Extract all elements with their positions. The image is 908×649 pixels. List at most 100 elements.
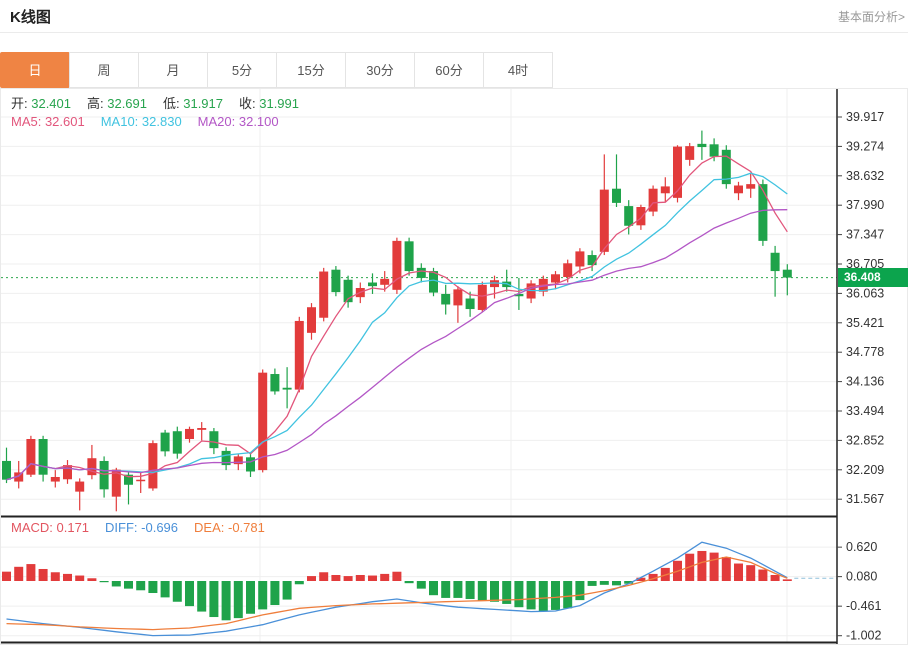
price-axis-label: 32.209 xyxy=(846,463,884,477)
macd-bar xyxy=(173,581,182,602)
kline-chart-area[interactable]: 39.91739.27438.63237.99037.34736.70536.0… xyxy=(0,88,908,645)
macd-bar xyxy=(441,581,450,598)
macd-bar xyxy=(124,581,133,589)
macd-bar xyxy=(722,557,731,581)
candle-body xyxy=(697,144,706,147)
candle-body xyxy=(173,431,182,453)
candle-body xyxy=(148,443,157,488)
candle-body xyxy=(270,374,279,391)
macd-bar xyxy=(783,579,792,581)
ma10-line xyxy=(7,173,788,480)
candle-body xyxy=(441,294,450,305)
candle-body xyxy=(783,270,792,278)
macd-bar xyxy=(380,574,389,581)
interval-tab-bar: 日周月5分15分30分60分4时 xyxy=(0,52,553,88)
macd-bar xyxy=(307,576,316,581)
price-axis-label: 33.494 xyxy=(846,404,884,418)
macd-bar xyxy=(734,564,743,581)
macd-bar xyxy=(148,581,157,593)
macd-axis-label: -1.002 xyxy=(846,629,881,643)
tab-月[interactable]: 月 xyxy=(138,52,208,88)
macd-bar xyxy=(746,565,755,581)
fundamental-analysis-link[interactable]: 基本面分析> xyxy=(838,8,905,25)
candle-body xyxy=(685,146,694,160)
macd-bar xyxy=(161,581,170,597)
tab-5分[interactable]: 5分 xyxy=(207,52,277,88)
macd-bar xyxy=(270,581,279,605)
price-axis-label: 36.063 xyxy=(846,286,884,300)
kline-chart-canvas[interactable]: 39.91739.27438.63237.99037.34736.70536.0… xyxy=(1,89,907,644)
macd-bar xyxy=(63,574,72,581)
macd-axis-label: 0.080 xyxy=(846,570,877,584)
candle-body xyxy=(63,465,72,479)
macd-bar xyxy=(478,581,487,601)
macd-bar xyxy=(39,569,48,581)
macd-bar xyxy=(466,581,475,599)
macd-bar xyxy=(331,575,340,581)
price-axis-label: 35.421 xyxy=(846,316,884,330)
tab-4时[interactable]: 4时 xyxy=(483,52,553,88)
macd-bar xyxy=(392,572,401,581)
macd-bar xyxy=(100,581,109,582)
candle-body xyxy=(478,285,487,310)
tab-60分[interactable]: 60分 xyxy=(414,52,484,88)
macd-bar xyxy=(222,581,231,620)
tab-30分[interactable]: 30分 xyxy=(345,52,415,88)
price-axis-label: 39.917 xyxy=(846,110,884,124)
macd-bar xyxy=(490,581,499,602)
candle-body xyxy=(380,279,389,285)
macd-bar xyxy=(563,581,572,608)
price-axis-label: 38.632 xyxy=(846,169,884,183)
candle-body xyxy=(258,373,267,470)
candle-body xyxy=(75,482,84,492)
candle-body xyxy=(734,186,743,194)
macd-axis-label: 0.620 xyxy=(846,540,877,554)
macd-bar xyxy=(575,581,584,600)
candle-body xyxy=(649,189,658,212)
candle-body xyxy=(319,272,328,318)
candle-body xyxy=(661,186,670,193)
macd-bar xyxy=(75,576,84,581)
candle-body xyxy=(405,241,414,271)
candle-body xyxy=(39,439,48,475)
price-axis-label: 39.274 xyxy=(846,139,884,153)
candle-body xyxy=(26,439,35,475)
candle-body xyxy=(612,189,621,203)
macd-bar xyxy=(283,581,292,600)
candle-body xyxy=(636,207,645,225)
candle-body xyxy=(600,190,609,252)
macd-bar xyxy=(246,581,255,614)
candle-body xyxy=(551,274,560,282)
tab-周[interactable]: 周 xyxy=(69,52,139,88)
macd-bar xyxy=(26,564,35,581)
candle-body xyxy=(100,461,109,489)
macd-bar xyxy=(710,553,719,581)
macd-bar xyxy=(87,578,96,581)
price-axis-label: 31.567 xyxy=(846,492,884,506)
candle-body xyxy=(588,255,597,265)
macd-bar xyxy=(209,581,218,617)
macd-bar xyxy=(112,581,121,586)
macd-axis-label: -0.461 xyxy=(846,599,881,613)
candle-body xyxy=(710,144,719,156)
macd-bar xyxy=(551,581,560,610)
tab-15分[interactable]: 15分 xyxy=(276,52,346,88)
macd-bar xyxy=(368,576,377,581)
macd-bar xyxy=(197,581,206,612)
candle-body xyxy=(453,289,462,305)
candle-body xyxy=(209,431,218,448)
macd-bar xyxy=(356,575,365,581)
macd-bar xyxy=(136,581,145,590)
candle-body xyxy=(758,184,767,241)
macd-bar xyxy=(2,572,11,581)
current-price-badge: 36.408 xyxy=(838,268,908,287)
candle-body xyxy=(246,457,255,471)
macd-bar xyxy=(539,581,548,611)
tab-日[interactable]: 日 xyxy=(0,52,70,88)
candle-body xyxy=(466,299,475,310)
diff-line xyxy=(7,542,788,635)
candle-body xyxy=(331,270,340,292)
candle-body xyxy=(563,263,572,277)
macd-bar xyxy=(319,572,328,581)
candle-body xyxy=(368,283,377,287)
